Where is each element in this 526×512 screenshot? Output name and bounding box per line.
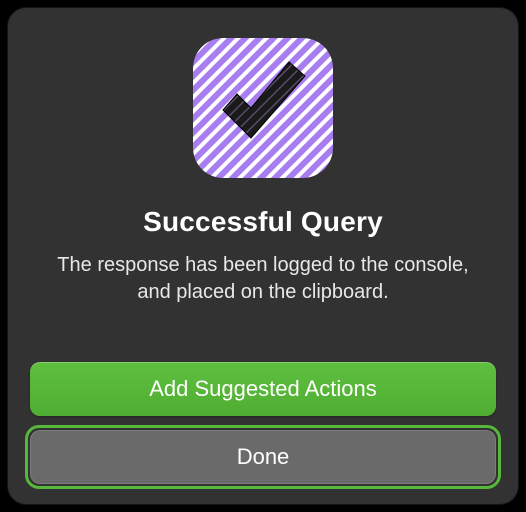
alert-dialog: Successful Query The response has been l…: [8, 8, 518, 504]
add-suggested-actions-button[interactable]: Add Suggested Actions: [30, 362, 496, 416]
done-button[interactable]: Done: [30, 430, 496, 484]
button-stack: Add Suggested Actions Done: [30, 362, 496, 484]
dialog-message: The response has been logged to the cons…: [48, 252, 478, 306]
dialog-title: Successful Query: [143, 206, 383, 238]
checkmark-app-icon: [193, 38, 333, 178]
